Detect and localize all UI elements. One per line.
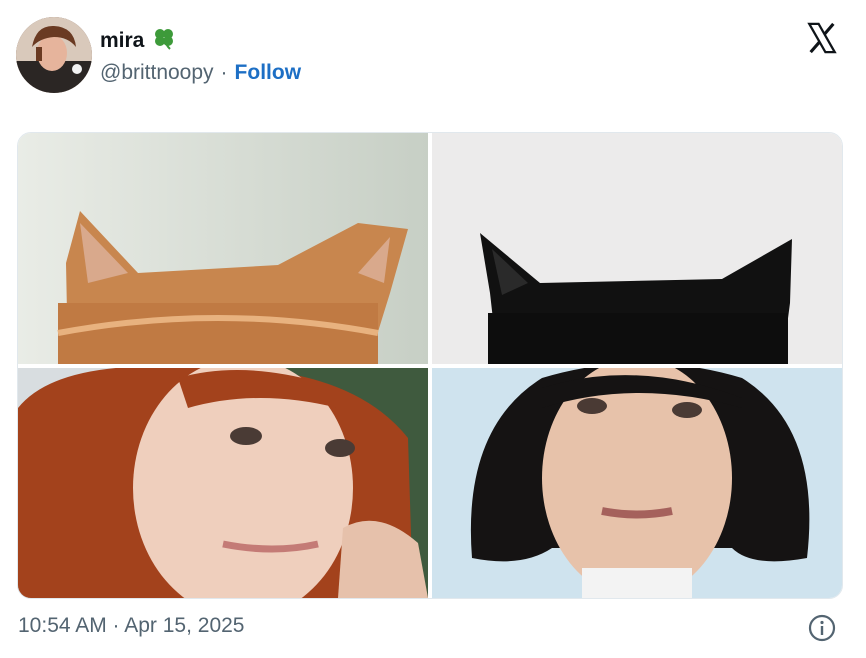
avatar[interactable] — [16, 17, 92, 93]
image-orange-cat-ears[interactable] — [18, 133, 428, 364]
tweet-header: mira @brittnoopy · Follow — [0, 0, 866, 110]
image-black-cat-ears[interactable] — [432, 133, 842, 364]
image-red-haired-woman[interactable] — [18, 368, 428, 598]
follow-button[interactable]: Follow — [235, 61, 302, 85]
x-logo-icon[interactable] — [805, 21, 839, 55]
name-row: mira — [100, 26, 176, 55]
image-black-bob-woman[interactable] — [432, 368, 842, 598]
timestamp[interactable]: 10:54 AM · Apr 15, 2025 — [18, 614, 245, 638]
display-name[interactable]: mira — [100, 29, 144, 53]
media-grid[interactable] — [17, 132, 843, 599]
handle-row: @brittnoopy · Follow — [100, 61, 301, 85]
info-icon[interactable] — [808, 614, 836, 642]
separator: · — [220, 61, 228, 84]
clover-icon — [152, 26, 176, 55]
handle[interactable]: @brittnoopy — [100, 61, 214, 85]
